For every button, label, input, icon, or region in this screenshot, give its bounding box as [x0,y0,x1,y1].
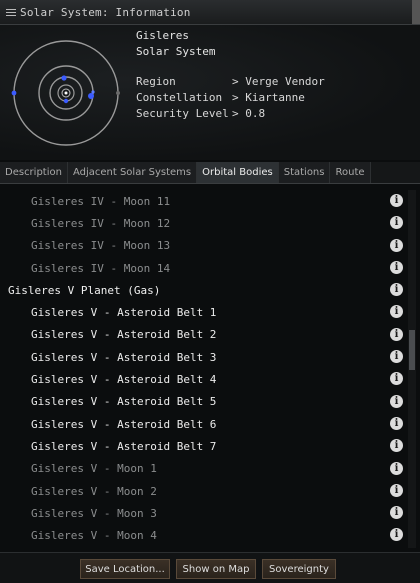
security-key: Security Level [136,107,229,120]
info-icon[interactable]: i [390,483,403,497]
info-icon[interactable]: i [390,461,403,475]
list-item[interactable]: Gisleres IV - Moon 14 i [0,257,406,279]
system-info-grid: Region > Verge Vendor Constellation > Ki… [136,75,325,123]
save-location-button[interactable]: Save Location... [80,559,170,579]
orbital-body-label: Gisleres IV - Moon 12 [31,216,171,230]
list-item[interactable]: Gisleres V - Moon 3 i [0,502,406,524]
list-item[interactable]: Gisleres V - Asteroid Belt 3 i [0,346,406,368]
window-edge [412,0,420,24]
orbital-body-label: Gisleres IV - Moon 11 [31,194,171,208]
sovereignty-button[interactable]: Sovereignty [262,559,336,579]
info-icon[interactable]: i [390,194,403,207]
orbital-bodies-list[interactable]: Gisleres IV - Moon 11 i Gisleres IV - Moon… [0,190,406,548]
list-item[interactable]: Gisleres IV - Moon 13 i [0,235,406,257]
scrollbar-thumb[interactable] [409,330,415,370]
constellation-row: Constellation > Kiartanne [136,91,325,107]
region-link[interactable]: > Verge Vendor [232,75,325,91]
system-name: Gisleres [136,29,189,42]
window-titlebar[interactable]: Solar System: Information [0,0,420,25]
footer-bar: Save Location... Show on Map Sovereignty [0,552,420,583]
window-title: Solar System: Information [20,5,191,19]
show-on-map-button[interactable]: Show on Map [176,559,256,579]
list-item[interactable]: Gisleres V - Asteroid Belt 7 i [0,435,406,457]
orbital-body-label: Gisleres V - Asteroid Belt 4 [31,373,217,387]
tab-route[interactable]: Route [330,162,371,183]
info-icon[interactable]: i [390,283,403,297]
info-tabs: Description Adjacent Solar Systems Orbit… [0,162,420,184]
info-icon[interactable]: i [390,528,403,542]
list-item[interactable]: Gisleres IV - Moon 12 i [0,212,406,234]
info-icon[interactable]: i [390,350,403,364]
system-header: Gisleres Solar System Region > Verge Ven… [0,25,420,160]
security-row: Security Level > 0.8 [136,107,325,123]
list-scrollbar[interactable] [408,190,416,548]
list-item[interactable]: Gisleres V - Asteroid Belt 2 i [0,324,406,346]
list-item[interactable]: Gisleres V - Asteroid Belt 6 i [0,413,406,435]
orbital-body-label: Gisleres IV - Moon 14 [31,261,171,275]
orbital-body-label: Gisleres V - Asteroid Belt 5 [31,395,217,409]
tab-stations[interactable]: Stations [278,162,331,183]
info-icon[interactable]: i [390,394,403,408]
constellation-key: Constellation [136,91,223,104]
info-icon[interactable]: i [390,372,403,386]
orbital-body-label: Gisleres V - Moon 2 [31,484,157,498]
orbital-body-label: Gisleres V - Moon 1 [31,462,157,476]
tab-adjacent-solar-systems[interactable]: Adjacent Solar Systems [67,162,198,183]
list-item[interactable]: Gisleres V - Moon 2 i [0,480,406,502]
info-icon[interactable]: i [390,216,403,230]
orbital-body-label: Gisleres V - Asteroid Belt 1 [31,306,217,320]
list-item[interactable]: Gisleres V - Moon 4 i [0,524,406,546]
list-item[interactable]: Gisleres V - Asteroid Belt 4 i [0,368,406,390]
info-icon[interactable]: i [390,327,403,341]
list-item[interactable]: Gisleres V - Asteroid Belt 1 i [0,301,406,323]
solar-system-orbit-map [11,40,120,146]
info-icon[interactable]: i [390,260,403,274]
orbital-body-label: Gisleres V - Asteroid Belt 7 [31,439,217,453]
orbital-body-label: Gisleres V - Asteroid Belt 2 [31,328,217,342]
info-icon[interactable]: i [390,506,403,520]
region-row: Region > Verge Vendor [136,75,325,91]
list-item[interactable]: Gisleres V - Moon 1 i [0,458,406,480]
constellation-link[interactable]: > Kiartanne [232,91,305,107]
region-key: Region [136,75,176,88]
security-value: > 0.8 [232,107,266,120]
tab-description[interactable]: Description [0,162,68,183]
window-menu-icon[interactable] [6,8,16,16]
info-icon[interactable]: i [390,439,403,453]
orbital-body-label: Gisleres V - Moon 4 [31,529,157,543]
tab-orbital-bodies[interactable]: Orbital Bodies [197,162,279,183]
orbital-body-label: Gisleres V - Asteroid Belt 3 [31,350,217,364]
system-type: Solar System [136,45,216,58]
list-item[interactable]: Gisleres IV - Moon 11 i [0,190,406,212]
info-icon[interactable]: i [390,305,403,319]
orbital-body-label: Gisleres V - Asteroid Belt 6 [31,417,217,431]
info-icon[interactable]: i [390,416,403,430]
list-item[interactable]: Gisleres V - Asteroid Belt 5 i [0,391,406,413]
orbital-body-label: Gisleres V - Moon 3 [31,506,157,520]
info-icon[interactable]: i [390,238,403,252]
planet-row[interactable]: Gisleres V Planet (Gas) i [0,279,406,301]
orbital-body-label: Gisleres V Planet (Gas) [8,283,161,297]
orbital-body-label: Gisleres IV - Moon 13 [31,239,171,253]
